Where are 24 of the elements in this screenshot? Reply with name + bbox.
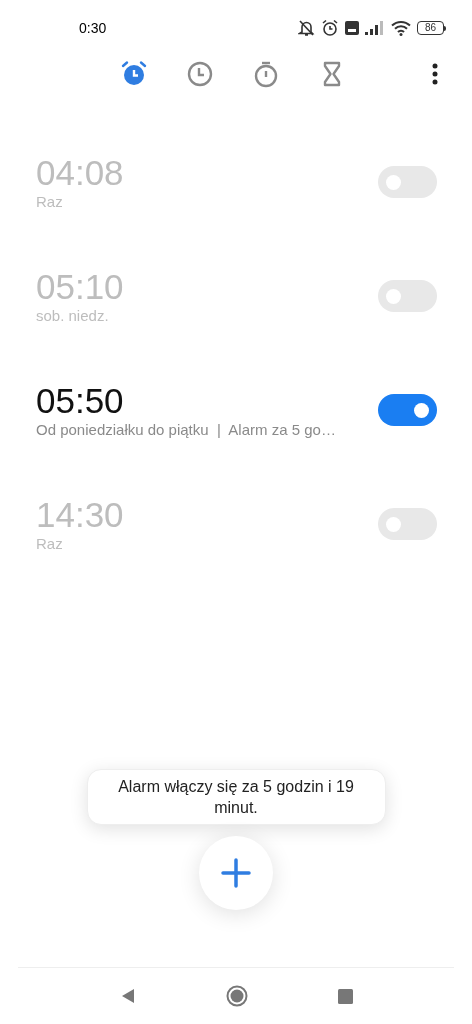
status-time: 0:30 [79, 18, 107, 38]
signal-icon [365, 21, 385, 35]
alarm-clock-icon[interactable] [120, 60, 148, 88]
recents-icon[interactable] [337, 988, 353, 1004]
alarm-repeat-label: Od poniedziałku do piątku | Alarm za 5 go… [36, 420, 337, 440]
bell-off-icon [298, 19, 315, 37]
clock-icon[interactable] [186, 60, 214, 88]
alarm-icon [321, 19, 339, 37]
alarm-repeat-label: Raz [36, 534, 64, 554]
wifi-icon [391, 20, 411, 36]
home-icon[interactable] [225, 985, 248, 1007]
alarm-time: 14:30 [36, 496, 125, 534]
volte-icon [345, 21, 359, 35]
toast-message: Alarm włączy się za 5 godzin i 19 minut. [86, 769, 386, 825]
battery-level: 86 [424, 23, 437, 33]
alarm-time: 05:10 [36, 268, 125, 306]
alarm-time: 04:08 [36, 154, 125, 192]
stopwatch-icon[interactable] [252, 60, 280, 88]
alarm-repeat-label: sob. niedz. [36, 306, 110, 326]
more-options-icon[interactable] [432, 63, 438, 85]
alarm-toggle[interactable] [378, 394, 437, 426]
alarm-repeat-label: Raz [36, 192, 64, 212]
plus-icon [221, 858, 251, 888]
alarm-time: 05:50 [36, 382, 125, 420]
